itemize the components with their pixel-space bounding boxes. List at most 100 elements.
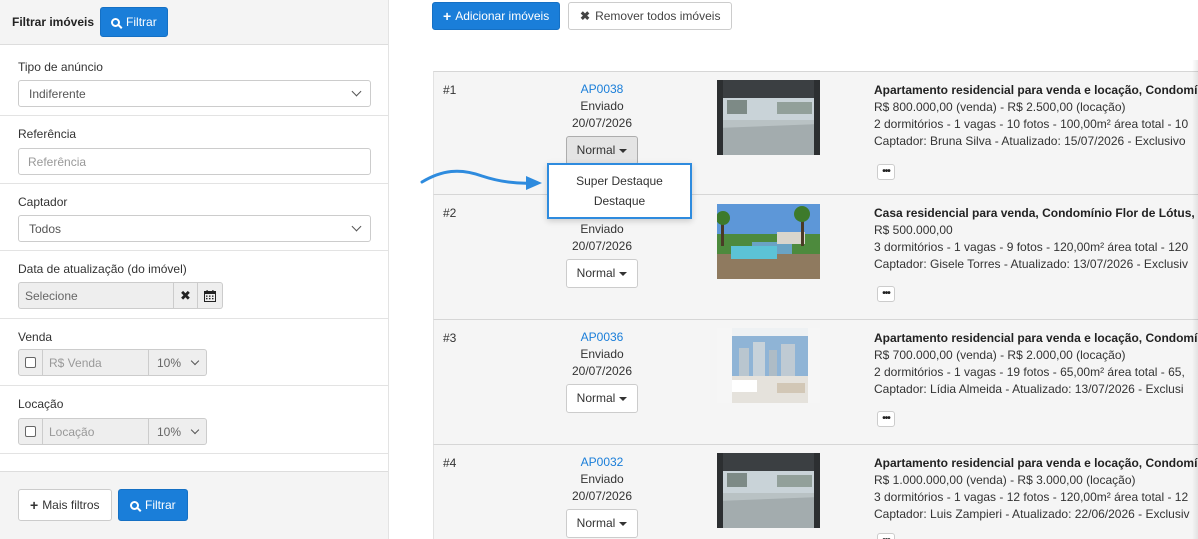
sidebar-title: Filtrar imóveis [12, 15, 95, 29]
listing-meta: AP0038 Enviado 20/07/2026 Normal [534, 81, 670, 165]
checkbox-box [25, 426, 36, 437]
venda-group: R$ Venda 10% [18, 349, 207, 376]
chevron-down-icon [351, 86, 362, 97]
priority-dropdown[interactable]: Normal [565, 259, 639, 288]
priority-dropdown[interactable]: Normal [565, 509, 639, 538]
more-options-button[interactable]: ••• [877, 164, 895, 180]
listing-specs: 3 dormitórios - 1 vagas - 12 fotos - 120… [874, 490, 1189, 504]
calendar-button[interactable] [198, 282, 223, 309]
listing-captador: Captador: Gisele Torres - Atualizado: 13… [874, 257, 1188, 271]
listing-number: #2 [443, 206, 457, 220]
ellipsis-icon: ••• [882, 413, 890, 424]
listing-thumbnail[interactable] [717, 204, 820, 279]
edge-shadow [1192, 60, 1198, 539]
listing-title[interactable]: Apartamento residencial para venda e loc… [874, 455, 1198, 472]
priority-dropdown[interactable]: Normal [565, 384, 639, 413]
listing-photo [717, 204, 820, 279]
plus-icon: + [30, 497, 39, 513]
venda-input[interactable]: R$ Venda [43, 349, 149, 376]
listing-meta: Enviado 20/07/2026 Normal [534, 221, 670, 288]
listing-thumbnail[interactable] [717, 453, 820, 528]
plus-icon: + [443, 8, 452, 24]
listing-specs: 2 dormitórios - 1 vagas - 10 fotos - 100… [874, 117, 1189, 131]
remove-all-label: Remover todos imóveis [595, 9, 721, 23]
more-options-button[interactable]: ••• [877, 286, 895, 302]
listing-thumbnail[interactable] [717, 80, 820, 155]
listing-status: Enviado [580, 99, 624, 113]
listing-thumbnail[interactable] [717, 328, 820, 403]
venda-placeholder: R$ Venda [49, 355, 102, 370]
priority-value: Normal [576, 516, 616, 530]
listing-number: #1 [443, 83, 457, 97]
locacao-group: Locação 10% [18, 418, 207, 445]
sidebar-header: Filtrar imóveis Filtrar [0, 0, 388, 45]
chevron-down-icon [190, 356, 200, 365]
header-filter-button[interactable]: Filtrar [100, 7, 168, 37]
priority-dropdown-menu: Super Destaque Destaque [547, 163, 692, 219]
locacao-placeholder: Locação [49, 424, 95, 439]
calendar-icon [204, 289, 216, 302]
priority-dropdown[interactable]: Normal [565, 136, 639, 165]
listing-details: Apartamento residencial para venda e loc… [874, 82, 1198, 150]
locacao-percent-select[interactable]: 10% [149, 418, 207, 445]
add-properties-button[interactable]: + Adicionar imóveis [432, 2, 561, 30]
locacao-percent: 10% [157, 424, 182, 439]
listing-details: Apartamento residencial para venda e loc… [874, 330, 1198, 398]
referencia-placeholder: Referência [28, 154, 87, 169]
listing-meta: AP0036 Enviado 20/07/2026 Normal [534, 329, 670, 413]
listing-ref-link[interactable]: AP0032 [534, 454, 670, 471]
caret-down-icon [619, 521, 628, 526]
listing-details: Apartamento residencial para venda e loc… [874, 455, 1198, 523]
search-icon [111, 17, 121, 27]
caret-down-icon [619, 148, 628, 153]
locacao-label: Locação [18, 397, 64, 411]
listing-price: R$ 500.000,00 [874, 223, 953, 237]
listing-price: R$ 1.000.000,00 (venda) - R$ 3.000,00 (l… [874, 473, 1136, 487]
menu-item-super-destaque[interactable]: Super Destaque [549, 171, 690, 191]
captador-label: Captador [18, 195, 68, 209]
locacao-checkbox[interactable] [18, 418, 43, 445]
listing-photo [717, 328, 820, 403]
priority-value: Normal [576, 391, 616, 405]
tipo-label: Tipo de anúncio [18, 60, 103, 74]
venda-percent-select[interactable]: 10% [149, 349, 207, 376]
listing-title[interactable]: Casa residencial para venda, Condomínio … [874, 205, 1198, 222]
footer-filter-button[interactable]: Filtrar [118, 489, 188, 521]
caret-down-icon [619, 271, 628, 276]
remove-all-button[interactable]: ✖ Remover todos imóveis [568, 2, 733, 30]
listing-date: 20/07/2026 [571, 116, 633, 130]
chevron-down-icon [351, 221, 362, 232]
listing-title[interactable]: Apartamento residencial para venda e loc… [874, 82, 1198, 99]
close-icon: ✖ [580, 9, 591, 23]
locacao-input[interactable]: Locação [43, 418, 149, 445]
footer-filter-label: Filtrar [145, 498, 176, 512]
listing-captador: Captador: Bruna Silva - Atualizado: 15/0… [874, 134, 1186, 148]
ellipsis-icon: ••• [882, 288, 890, 299]
tipo-select[interactable]: Indiferente [18, 80, 371, 107]
clear-date-button[interactable]: ✖ [173, 282, 198, 309]
referencia-input[interactable]: Referência [18, 148, 371, 175]
listing-row: #4 AP0032 Enviado 20/07/2026 Normal Apar… [433, 444, 1198, 539]
more-options-button[interactable]: ••• [877, 411, 895, 427]
more-filters-button[interactable]: + Mais filtros [18, 489, 112, 521]
listing-ref-link[interactable]: AP0036 [534, 329, 670, 346]
search-icon [130, 500, 139, 510]
captador-value: Todos [29, 221, 62, 236]
listing-photo [717, 80, 820, 155]
listing-captador: Captador: Luis Zampieri - Atualizado: 22… [874, 507, 1190, 521]
referencia-label: Referência [18, 127, 77, 141]
listing-status: Enviado [580, 472, 624, 486]
header-filter-label: Filtrar [126, 15, 157, 29]
venda-percent: 10% [157, 355, 182, 370]
priority-value: Normal [576, 266, 616, 280]
menu-item-destaque[interactable]: Destaque [549, 191, 690, 211]
listing-title[interactable]: Apartamento residencial para venda e loc… [874, 330, 1198, 347]
captador-select[interactable]: Todos [18, 215, 371, 242]
close-icon: ✖ [180, 287, 191, 303]
more-options-button[interactable]: ••• [877, 533, 895, 539]
listing-ref-link[interactable]: AP0038 [534, 81, 670, 98]
tipo-value: Indiferente [29, 86, 86, 101]
date-input[interactable]: Selecione [18, 282, 173, 309]
listing-date: 20/07/2026 [571, 239, 633, 253]
venda-checkbox[interactable] [18, 349, 43, 376]
